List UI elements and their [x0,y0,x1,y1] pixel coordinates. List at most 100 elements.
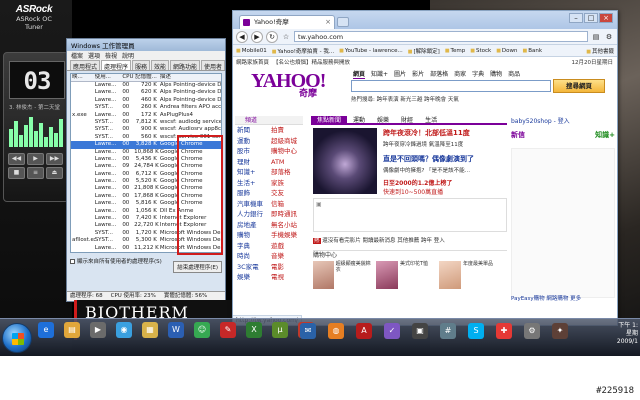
task-manager-window[interactable]: Windows 工作管理員 檔案 選項 檢視 說明 應用程式 處理程序 服務 效能 網路功能使… [66,38,226,302]
channel-link[interactable]: 購物 [235,230,269,241]
other-bookmarks[interactable]: 其他書籤 [586,47,617,55]
yahoo-search-input[interactable] [351,80,551,92]
news-photo-fireworks[interactable] [313,128,377,194]
news-tab[interactable]: 運動 [347,116,371,124]
close-button[interactable]: × [599,13,613,23]
channel-link[interactable]: 無名小站 [269,220,303,231]
channel-link[interactable]: 信箱 [269,199,303,210]
process-row[interactable]: Lawre... 00 5,816 K Google Chrome [71,200,221,207]
process-column-header[interactable]: 描述 [160,74,221,81]
channel-link[interactable]: 知識+ [235,167,269,178]
channel-link[interactable]: 部落格 [269,167,303,178]
hot-search-links[interactable]: 熱門搜尋: 跨年表演 新光三越 跨年晚會 天氣 [351,95,459,103]
misc-icon[interactable]: ✦ [552,323,568,339]
chrome-window[interactable]: Yahoo!奇摩 × – □ × ◀ ▶ ↻ ☆ tw.yahoo.com ▤ … [232,10,618,326]
channel-link[interactable]: 新聞 [235,125,269,136]
search-type-tab[interactable]: 字典 [472,69,484,79]
shop-item[interactable]: 美式印花T恤 [376,261,436,289]
channel-link[interactable]: 時尚 [235,251,269,262]
yahoo-home-link[interactable]: 網路家族首頁 [236,58,269,67]
process-row[interactable]: Lawre... 00 11,212 K Microsoft Windows De..… [71,245,221,252]
news-tab[interactable]: 生活 [419,116,443,124]
process-column-header[interactable]: CPU [122,74,134,81]
process-row[interactable]: Lawre... 00 460 K Alps Pointing-device D [71,97,221,104]
process-row[interactable]: Lawre... 00 22,720 K Internet Explorer [71,222,221,229]
bookmark-item[interactable]: Down [496,48,518,54]
torrent-icon[interactable]: µ [272,322,288,338]
process-row[interactable]: SYST... 00 900 Kwscsf: Audiosrv app8c [71,126,221,133]
tab-close-icon[interactable]: × [325,16,331,28]
process-row[interactable]: x.exe Lawre... 00 172 K AsPlugPlus4 [71,112,221,119]
news-promo-2[interactable]: 快速到10~500萬直播 [383,187,507,196]
task-manager-tab[interactable]: 處理程序 [101,60,131,71]
process-row[interactable]: Lawre... 00 7,420 K Internet Explorer [71,215,221,222]
process-row[interactable]: SYST... 00 260 K Andrea filters APO acc [71,104,221,111]
folder-icon[interactable]: ▤ [64,322,80,338]
channel-link[interactable]: 拍賣 [269,125,303,136]
process-column-header[interactable]: 記憶體... [134,74,160,81]
process-row[interactable]: Lawre... 00 720 K Alps Pointing-device D [71,82,221,89]
settings-icon[interactable]: ⚙ [524,323,540,339]
bookmark-item[interactable]: Bank [523,48,542,54]
ie-icon[interactable]: e [38,322,54,338]
yahoo-search-button[interactable]: 搜尋網頁 [553,79,605,93]
process-row[interactable]: Lawre... 09 24,784 K Google Chrome [71,163,221,170]
process-row[interactable]: Lawre... 00 6,712 K Google Chrome [71,171,221,178]
address-bar[interactable]: tw.yahoo.com [294,31,588,42]
channel-link[interactable]: 股市 [235,146,269,157]
channel-link[interactable]: 即時通訊 [269,209,303,220]
search-type-tab[interactable]: 部落格 [430,69,448,79]
forward-arrow-icon[interactable]: ▶ [251,30,263,43]
search-type-tab[interactable]: 網頁 [353,69,366,79]
media-icon[interactable]: ▶ [90,322,106,338]
task-manager-titlebar[interactable]: Windows 工作管理員 [67,39,225,51]
process-row[interactable]: Lawre... 00 620 K Alps Pointing-device D [71,89,221,96]
channel-link[interactable]: 人力銀行 [235,209,269,220]
task-manager-menu-item[interactable]: 說明 [122,51,134,60]
search-type-tab[interactable]: 影片 [412,69,424,79]
channel-link[interactable]: 運動 [235,136,269,147]
shop-item[interactable]: 年度最美單品 [439,261,499,289]
channel-link[interactable]: 購物中心 [269,146,303,157]
channel-link[interactable]: 手機娛樂 [269,230,303,241]
user-login-link[interactable]: baby520shop - 登入 [511,116,615,128]
process-row[interactable]: afllost.exeSYST... 00 5,300 KMicrosoft Win… [71,237,221,244]
new-tab-button[interactable] [337,17,349,27]
channel-link[interactable]: 服飾 [235,188,269,199]
channel-link[interactable]: 超級商城 [269,136,303,147]
media-player-gadget[interactable]: 03 3. 林俊杰 - 第二天堂 ◀◀ ▶ ▶▶ ■ ≡ ⏏ [3,52,69,202]
news-ticker[interactable]: 熱 還沒有看完影片 閱讀最新消息 其他推薦 跨年 登入 [313,236,507,244]
news-tab[interactable]: 娛樂 [371,116,395,124]
system-clock[interactable]: 下午 1: 星期 2009/1 [604,322,640,346]
end-process-button[interactable]: 結束處理程序(E) [173,261,222,273]
yahoo-promo-link[interactable]: 【名公也煩惱】精品服務與開放 [273,58,350,67]
paint-icon[interactable]: ✚ [496,323,512,339]
process-row[interactable]: Lawre... 00 17,868 K Google Chrome [71,193,221,200]
player-control-button[interactable]: ≡ [27,167,44,179]
knowledge-link[interactable]: 知識+ [595,130,615,140]
new-mail-link[interactable]: 新信 [511,130,525,140]
search-type-tab[interactable]: 圖片 [394,69,406,79]
pdf-icon[interactable]: ✎ [220,322,236,338]
search-type-tab[interactable]: 商家 [454,69,466,79]
task-manager-menu-item[interactable]: 檔案 [71,51,83,60]
channel-link[interactable]: 電影 [269,262,303,273]
payeasy-link[interactable]: PayEasy購物 網路購物 更多 [511,294,615,302]
maximize-button[interactable]: □ [584,13,598,23]
channel-link[interactable]: 遊戲 [269,241,303,252]
process-row[interactable]: Lawre... 00 5,436 K Google Chrome [71,156,221,163]
process-row[interactable]: Lawre... 00 10,868 K Google Chrome [71,149,221,156]
messenger-icon[interactable]: ☺ [194,322,210,338]
search-type-tab[interactable]: 商品 [508,69,520,79]
task-manager-tab[interactable]: 應用程式 [70,60,100,71]
channel-link[interactable]: 理財 [235,157,269,168]
task-manager-menu-item[interactable]: 檢視 [105,51,117,60]
bookmark-item[interactable]: Mobile01 [236,48,267,54]
shop-item[interactable]: 超級顯瘦美貌棉衣 [313,261,373,289]
bookmark-star-icon[interactable]: ☆ [281,32,291,42]
start-button[interactable] [2,323,32,353]
asrock-oc-tuner-gadget[interactable]: ASRock ASRock OC Tuner [4,4,64,52]
bookmark-item[interactable]: Temp [445,48,466,54]
player-control-button[interactable]: ◀◀ [8,153,25,165]
channel-link[interactable]: 字典 [235,241,269,252]
